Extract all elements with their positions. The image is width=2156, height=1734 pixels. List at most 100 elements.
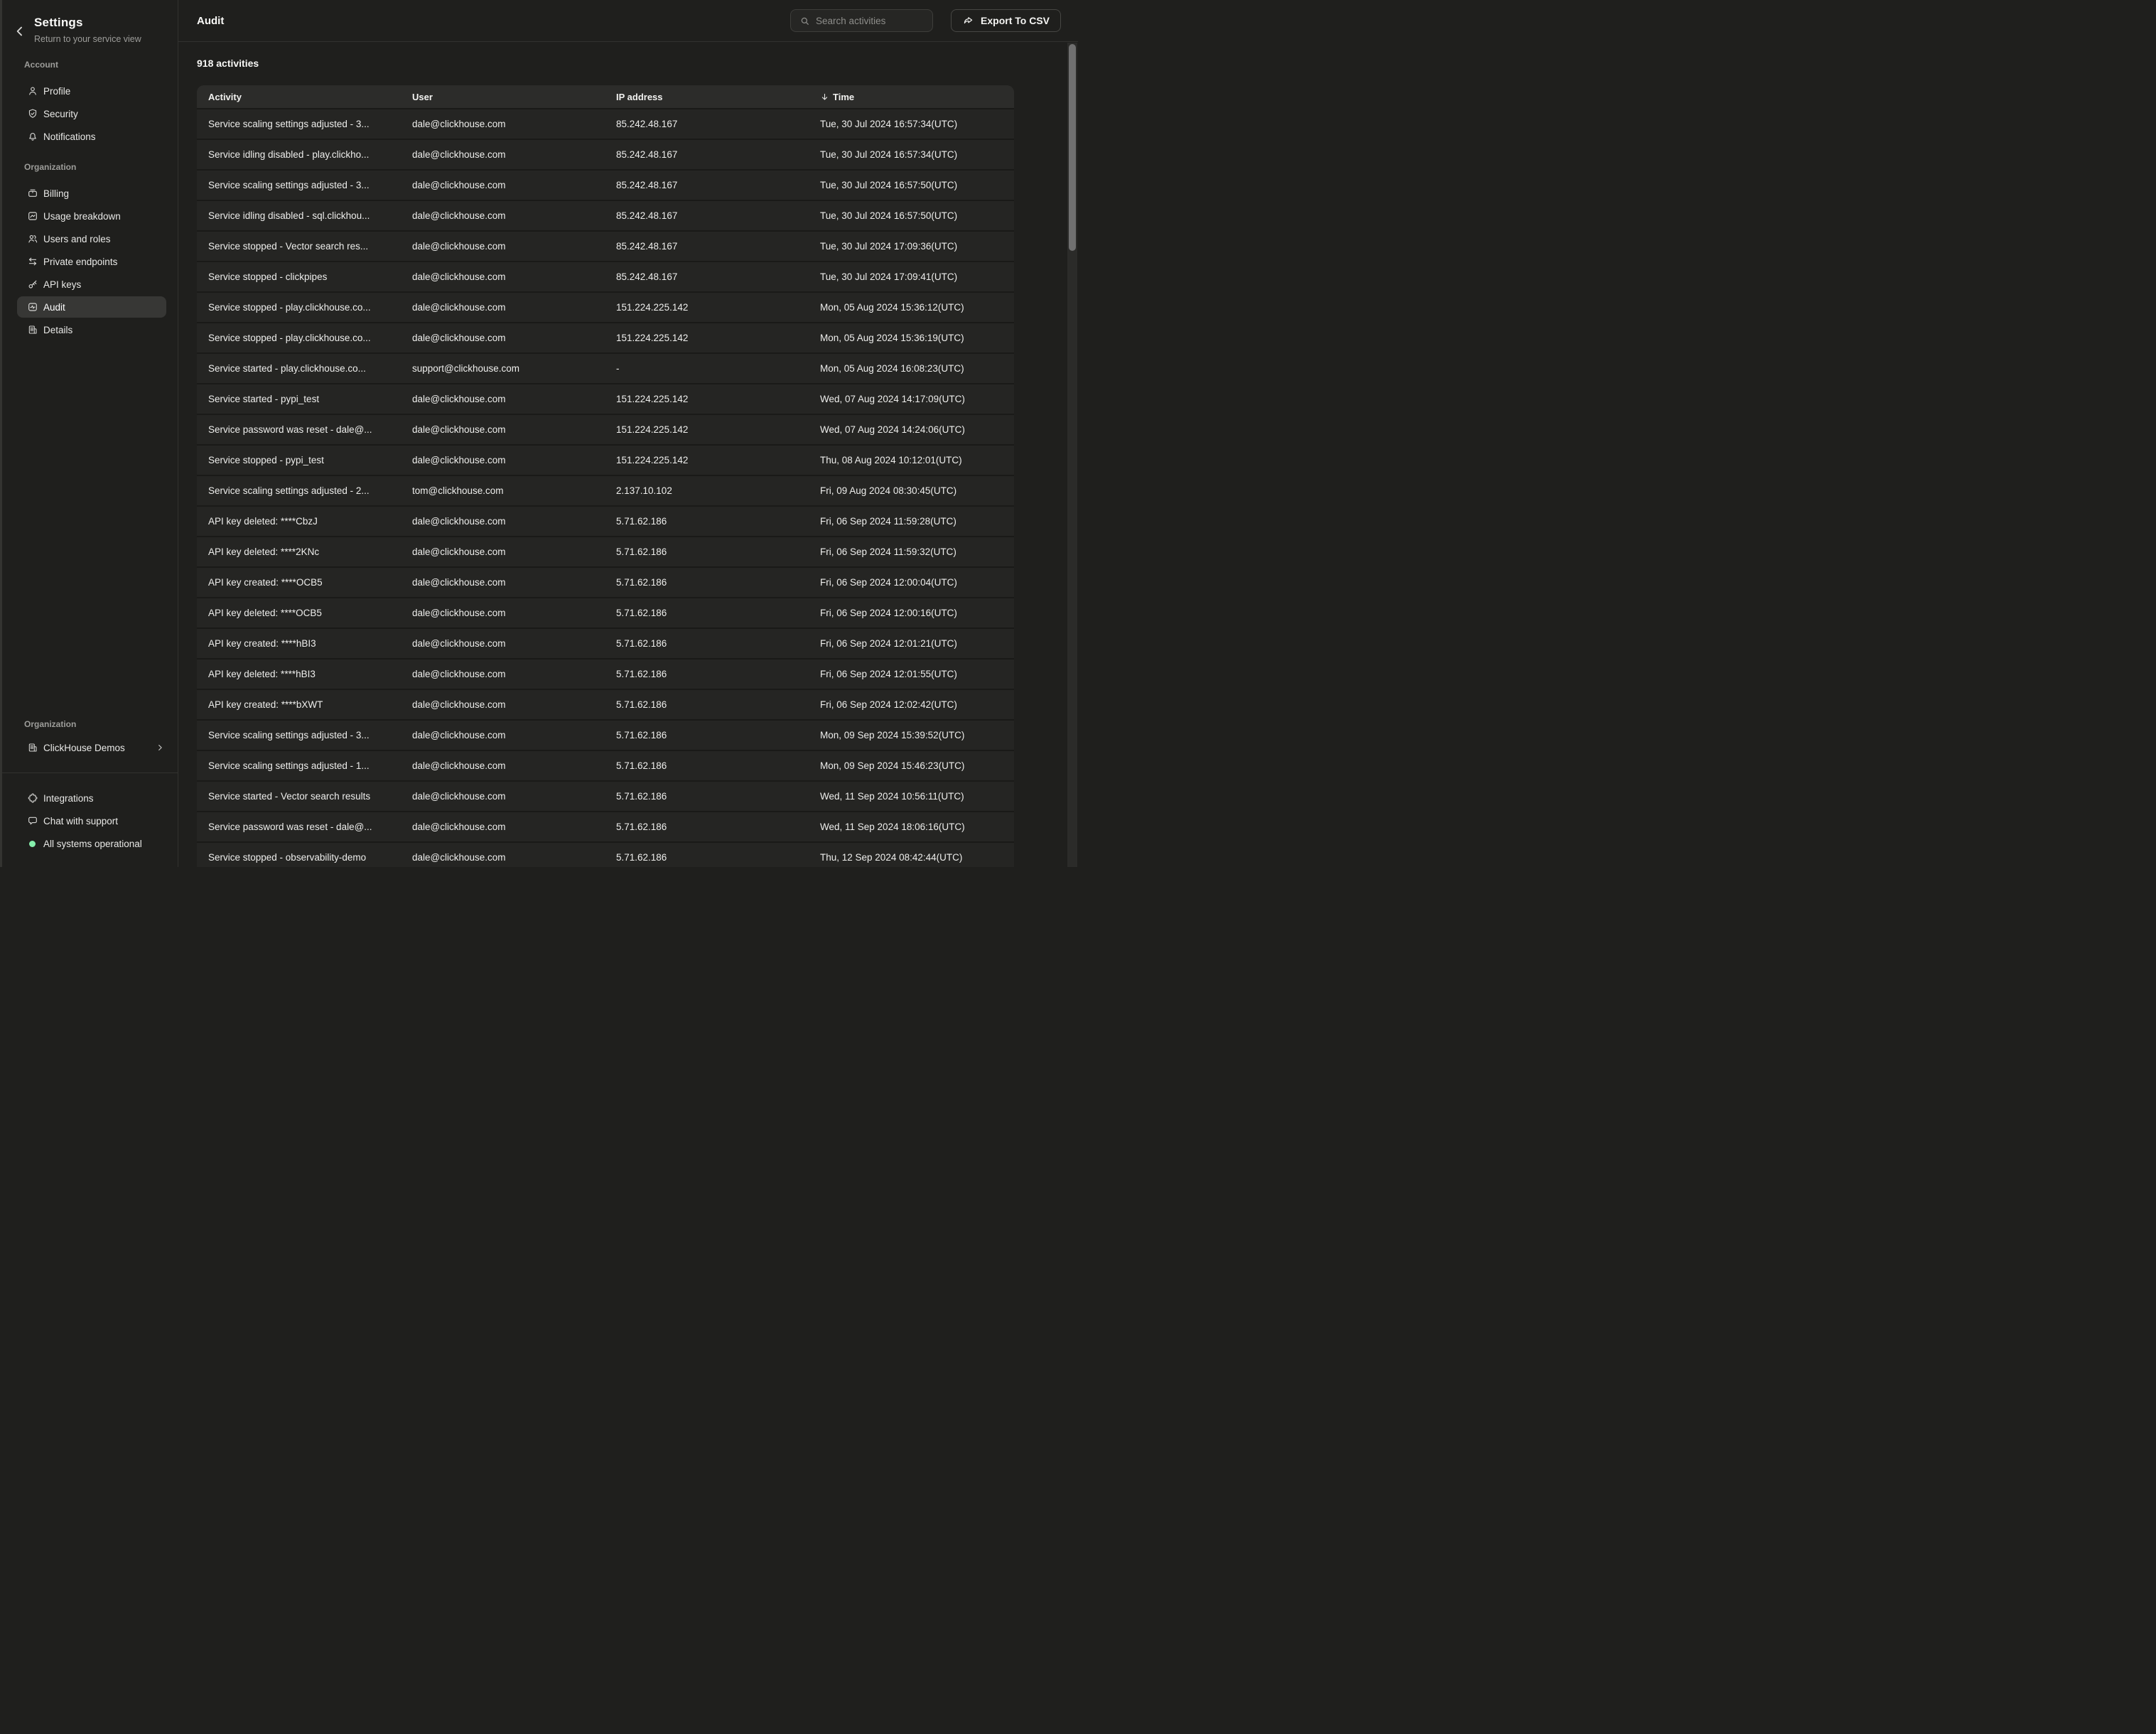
cell-user: dale@clickhouse.com [401,791,605,802]
table-row[interactable]: Service started - Vector search results … [197,782,1014,812]
cell-activity: API key deleted: ****hBI3 [197,669,401,679]
table-row[interactable]: Service scaling settings adjusted - 2...… [197,476,1014,507]
organization-switcher[interactable]: ClickHouse Demos [17,737,166,758]
table-row[interactable]: API key created: ****bXWT dale@clickhous… [197,690,1014,721]
cell-user: dale@clickhouse.com [401,638,605,649]
vertical-scrollbar[interactable] [1067,43,1077,867]
cell-time: Fri, 06 Sep 2024 11:59:28(UTC) [809,516,1014,527]
users-icon [27,233,38,244]
cell-time: Mon, 05 Aug 2024 15:36:12(UTC) [809,302,1014,313]
export-csv-button[interactable]: Export To CSV [951,9,1061,32]
sort-descending-icon [820,92,829,102]
key-icon [27,279,38,290]
main-header: Audit Export To CSV [178,0,1078,42]
column-header-ip-address[interactable]: IP address [605,92,809,102]
cell-activity: Service password was reset - dale@... [197,822,401,832]
table-row[interactable]: Service stopped - play.clickhouse.co... … [197,323,1014,354]
table-row[interactable]: Service password was reset - dale@... da… [197,812,1014,843]
chart-icon [27,210,38,222]
cell-activity: Service idling disabled - play.clickho..… [197,149,401,160]
cell-activity: Service started - Vector search results [197,791,401,802]
sidebar-item-details[interactable]: Details [17,319,166,340]
sidebar-item-label: Integrations [43,793,94,804]
table-row[interactable]: Service scaling settings adjusted - 3...… [197,171,1014,201]
cell-time: Wed, 11 Sep 2024 18:06:16(UTC) [809,822,1014,832]
sidebar-item-users-and-roles[interactable]: Users and roles [17,228,166,249]
cell-ip-address: 5.71.62.186 [605,577,809,588]
cell-time: Tue, 30 Jul 2024 16:57:34(UTC) [809,149,1014,160]
sidebar-subtitle: Return to your service view [34,34,141,44]
cell-user: dale@clickhouse.com [401,271,605,282]
cell-activity: Service scaling settings adjusted - 1... [197,760,401,771]
building-icon [27,742,38,753]
table-row[interactable]: API key deleted: ****hBI3 dale@clickhous… [197,659,1014,690]
column-header-user[interactable]: User [401,92,605,102]
cell-ip-address: 5.71.62.186 [605,699,809,710]
cell-activity: Service stopped - clickpipes [197,271,401,282]
cell-user: support@clickhouse.com [401,363,605,374]
table-row[interactable]: Service scaling settings adjusted - 3...… [197,721,1014,751]
column-header-time[interactable]: Time [809,92,1014,102]
sidebar-item-label: Private endpoints [43,257,117,267]
cell-time: Tue, 30 Jul 2024 16:57:50(UTC) [809,210,1014,221]
sidebar-item-label: Details [43,325,72,335]
table-row[interactable]: Service started - play.clickhouse.co... … [197,354,1014,384]
search-box [790,9,933,32]
table-row[interactable]: Service scaling settings adjusted - 1...… [197,751,1014,782]
cell-ip-address: 5.71.62.186 [605,852,809,863]
sidebar-item-profile[interactable]: Profile [17,80,166,102]
cell-ip-address: 5.71.62.186 [605,638,809,649]
table-row[interactable]: Service stopped - play.clickhouse.co... … [197,293,1014,323]
section-label-account: Account [24,59,178,70]
cell-user: dale@clickhouse.com [401,210,605,221]
cell-time: Tue, 30 Jul 2024 16:57:50(UTC) [809,180,1014,190]
cell-time: Wed, 07 Aug 2024 14:24:06(UTC) [809,424,1014,435]
table-row[interactable]: API key created: ****hBI3 dale@clickhous… [197,629,1014,659]
table-row[interactable]: Service stopped - clickpipes dale@clickh… [197,262,1014,293]
user-icon [27,85,38,97]
sidebar-item-chat-with-support[interactable]: Chat with support [17,810,166,831]
back-button[interactable] [13,24,27,38]
table-row[interactable]: Service started - pypi_test dale@clickho… [197,384,1014,415]
export-arrow-icon [962,15,974,27]
chevron-left-icon [13,24,27,38]
sidebar-item-audit[interactable]: Audit [17,296,166,318]
sidebar-item-label: Security [43,109,78,119]
table-row[interactable]: Service stopped - pypi_test dale@clickho… [197,446,1014,476]
sidebar-item-notifications[interactable]: Notifications [17,126,166,147]
table-row[interactable]: API key created: ****OCB5 dale@clickhous… [197,568,1014,598]
wallet-icon [27,188,38,199]
cell-user: dale@clickhouse.com [401,119,605,129]
search-input[interactable] [790,9,933,32]
table-row[interactable]: API key deleted: ****2KNc dale@clickhous… [197,537,1014,568]
sidebar-item-private-endpoints[interactable]: Private endpoints [17,251,166,272]
table-row[interactable]: Service stopped - Vector search res... d… [197,232,1014,262]
table-row[interactable]: Service idling disabled - play.clickho..… [197,140,1014,171]
sidebar-item-api-keys[interactable]: API keys [17,274,166,295]
section-label-organization: Organization [24,161,178,173]
sidebar-item-security[interactable]: Security [17,103,166,124]
column-header-activity[interactable]: Activity [197,92,401,102]
table-row[interactable]: API key deleted: ****CbzJ dale@clickhous… [197,507,1014,537]
section-label-organization-footer: Organization [24,718,178,730]
sidebar-item-usage-breakdown[interactable]: Usage breakdown [17,205,166,227]
sidebar-item-billing[interactable]: Billing [17,183,166,204]
audit-content: 918 activities Activity User IP address … [178,42,1078,867]
system-status-item[interactable]: All systems operational [17,833,166,854]
cell-time: Wed, 11 Sep 2024 10:56:11(UTC) [809,791,1014,802]
cell-user: dale@clickhouse.com [401,455,605,465]
status-dot [27,838,38,849]
table-row[interactable]: Service scaling settings adjusted - 3...… [197,109,1014,140]
cell-user: dale@clickhouse.com [401,760,605,771]
scrollbar-thumb[interactable] [1069,44,1076,251]
sidebar-item-integrations[interactable]: Integrations [17,787,166,809]
cell-activity: API key created: ****OCB5 [197,577,401,588]
cell-time: Thu, 08 Aug 2024 10:12:01(UTC) [809,455,1014,465]
table-row[interactable]: Service idling disabled - sql.clickhou..… [197,201,1014,232]
cell-user: dale@clickhouse.com [401,699,605,710]
sidebar-item-label: Billing [43,188,69,199]
table-row[interactable]: API key deleted: ****OCB5 dale@clickhous… [197,598,1014,629]
table-row[interactable]: Service password was reset - dale@... da… [197,415,1014,446]
table-row[interactable]: Service stopped - observability-demo dal… [197,843,1014,867]
cell-user: dale@clickhouse.com [401,302,605,313]
